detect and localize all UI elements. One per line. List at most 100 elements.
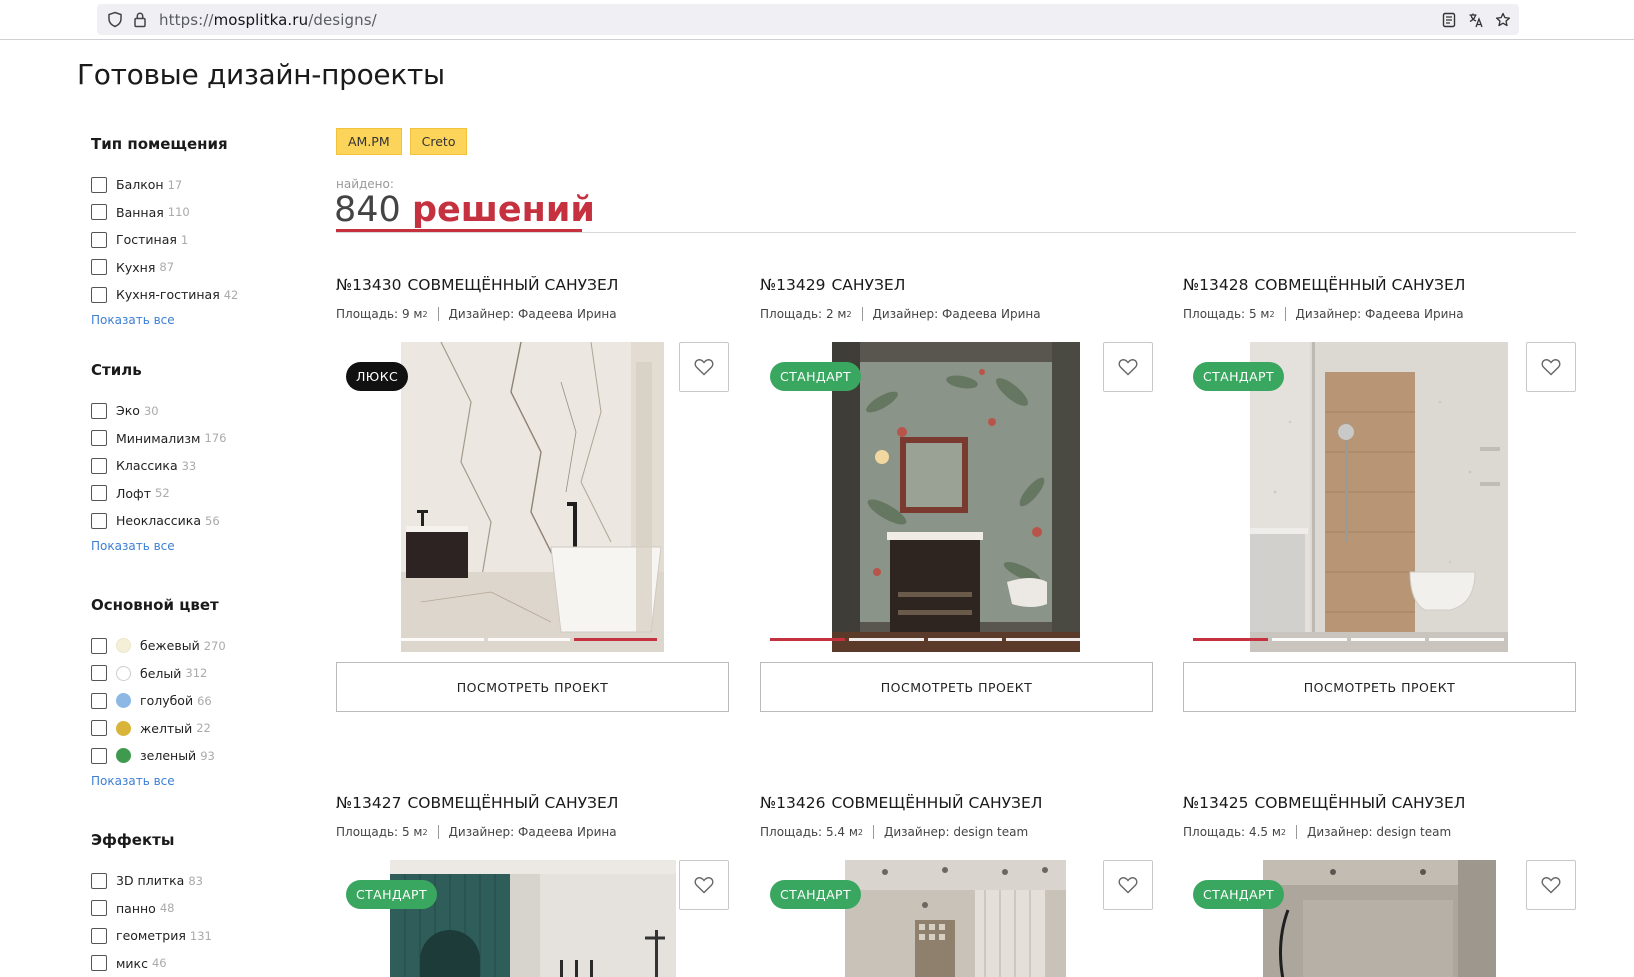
checkbox[interactable] [91, 430, 107, 447]
checkbox[interactable] [91, 927, 107, 944]
url-text[interactable]: https://mosplitka.ru/designs/ [159, 11, 377, 29]
filter-option[interactable]: бежевый 270 [91, 632, 301, 660]
filter-option[interactable]: Лофт 52 [91, 480, 301, 508]
filter-option[interactable]: Классика 33 [91, 452, 301, 480]
favorite-button[interactable] [1103, 342, 1153, 392]
favorite-button[interactable] [1526, 342, 1576, 392]
checkbox[interactable] [91, 176, 107, 193]
heart-icon [1541, 359, 1561, 376]
favorite-button[interactable] [1103, 860, 1153, 910]
bookmark-star-icon[interactable] [1495, 12, 1511, 28]
filter-option[interactable]: зеленый 93 [91, 742, 301, 770]
card-gallery[interactable]: СТАНДАРТ [760, 342, 1153, 652]
slide-dot[interactable] [927, 638, 1003, 641]
project-photo[interactable] [832, 342, 1080, 652]
project-photo[interactable] [1250, 342, 1508, 652]
slide-dot[interactable] [1350, 638, 1426, 641]
checkbox[interactable] [91, 512, 107, 529]
checkbox[interactable] [91, 637, 107, 654]
filter-option[interactable]: Гостиная 1 [91, 226, 301, 254]
favorite-button[interactable] [679, 342, 729, 392]
designer-label: Дизайнер: [448, 825, 515, 839]
project-photo[interactable] [390, 860, 676, 977]
slider-dots[interactable] [1193, 638, 1504, 642]
badge-standard: СТАНДАРТ [770, 880, 862, 909]
checkbox[interactable] [91, 231, 107, 248]
project-photo[interactable] [401, 342, 664, 652]
favorite-button[interactable] [1526, 860, 1576, 910]
filter-option[interactable]: 3D плитка 83 [91, 867, 301, 895]
checkbox[interactable] [91, 402, 107, 419]
lock-icon[interactable] [133, 11, 147, 28]
checkbox[interactable] [91, 286, 107, 303]
show-all-link[interactable]: Показать все [91, 539, 301, 553]
filter-option[interactable]: микс 46 [91, 950, 301, 977]
card-title[interactable]: №13430 СОВМЕЩЁННЫЙ САНУЗЕЛ [336, 276, 729, 294]
checkbox[interactable] [91, 747, 107, 764]
slide-dot-active[interactable] [574, 638, 658, 641]
slide-dot[interactable] [487, 638, 571, 641]
card-gallery[interactable]: СТАНДАРТ [760, 860, 1153, 977]
slider-dots[interactable] [770, 638, 1081, 642]
view-project-button[interactable]: ПОСМОТРЕТЬ ПРОЕКТ [760, 662, 1153, 712]
card-gallery[interactable]: СТАНДАРТ [1183, 860, 1576, 977]
separator [872, 825, 874, 839]
card-title[interactable]: №13425 СОВМЕЩЁННЫЙ САНУЗЕЛ [1183, 794, 1576, 812]
filter-option[interactable]: Минимализм 176 [91, 425, 301, 453]
filter-option[interactable]: Эко 30 [91, 397, 301, 425]
show-all-link[interactable]: Показать все [91, 774, 301, 788]
checkbox[interactable] [91, 872, 107, 889]
slide-dot[interactable] [1429, 638, 1504, 641]
checkbox[interactable] [91, 259, 107, 276]
slide-dot-active[interactable] [770, 638, 845, 641]
checkbox[interactable] [91, 692, 107, 709]
reader-view-icon[interactable] [1441, 12, 1457, 28]
filter-option[interactable]: Неоклассика 56 [91, 507, 301, 535]
filter-title: Стиль [91, 361, 142, 379]
card-title[interactable]: №13426 СОВМЕЩЁННЫЙ САНУЗЕЛ [760, 794, 1153, 812]
card-title[interactable]: №13429 САНУЗЕЛ [760, 276, 1153, 294]
project-photo[interactable] [845, 860, 1066, 977]
filter-option[interactable]: геометрия 131 [91, 922, 301, 950]
slide-dot[interactable] [1006, 638, 1081, 641]
filter-option[interactable]: Балкон 17 [91, 171, 301, 199]
checkbox[interactable] [91, 900, 107, 917]
project-photo[interactable] [1263, 860, 1496, 977]
checkbox[interactable] [91, 485, 107, 502]
filter-option[interactable]: панно 48 [91, 895, 301, 923]
checkbox[interactable] [91, 665, 107, 682]
filter-option[interactable]: Кухня-гостиная 42 [91, 281, 301, 309]
view-project-button[interactable]: ПОСМОТРЕТЬ ПРОЕКТ [336, 662, 729, 712]
slide-dot-active[interactable] [1193, 638, 1268, 641]
card-meta: Площадь: 5 м 2 Дизайнер: Фадеева Ирина [1183, 307, 1576, 321]
checkbox[interactable] [91, 457, 107, 474]
favorite-button[interactable] [679, 860, 729, 910]
badge-lux: ЛЮКС [346, 362, 409, 391]
checkbox[interactable] [91, 720, 107, 737]
filter-option[interactable]: Кухня 87 [91, 254, 301, 282]
project-number: №13428 [1183, 276, 1249, 294]
show-all-link[interactable]: Показать все [91, 313, 301, 327]
slide-dot[interactable] [848, 638, 924, 641]
card-title[interactable]: №13427 СОВМЕЩЁННЫЙ САНУЗЕЛ [336, 794, 729, 812]
shield-icon[interactable] [107, 11, 123, 28]
address-bar[interactable]: https://mosplitka.ru/designs/ [97, 4, 1519, 35]
tag-creto[interactable]: Creto [409, 128, 468, 155]
card-title[interactable]: №13428 СОВМЕЩЁННЫЙ САНУЗЕЛ [1183, 276, 1576, 294]
slider-dots[interactable] [401, 638, 658, 642]
slide-dot[interactable] [1271, 638, 1347, 641]
tag-ampm[interactable]: AM.PM [336, 128, 402, 155]
card-gallery[interactable]: ЛЮКС [336, 342, 729, 652]
filter-option[interactable]: желтый 22 [91, 715, 301, 743]
filter-option[interactable]: голубой 66 [91, 687, 301, 715]
view-project-button[interactable]: ПОСМОТРЕТЬ ПРОЕКТ [1183, 662, 1576, 712]
checkbox[interactable] [91, 204, 107, 221]
card-gallery[interactable]: СТАНДАРТ [336, 860, 729, 977]
card-gallery[interactable]: СТАНДАРТ [1183, 342, 1576, 652]
filter-option[interactable]: Ванная 110 [91, 199, 301, 227]
filter-option[interactable]: белый 312 [91, 660, 301, 688]
translate-icon[interactable] [1468, 12, 1484, 28]
color-swatch [116, 748, 131, 764]
slide-dot[interactable] [401, 638, 484, 641]
checkbox[interactable] [91, 955, 107, 972]
